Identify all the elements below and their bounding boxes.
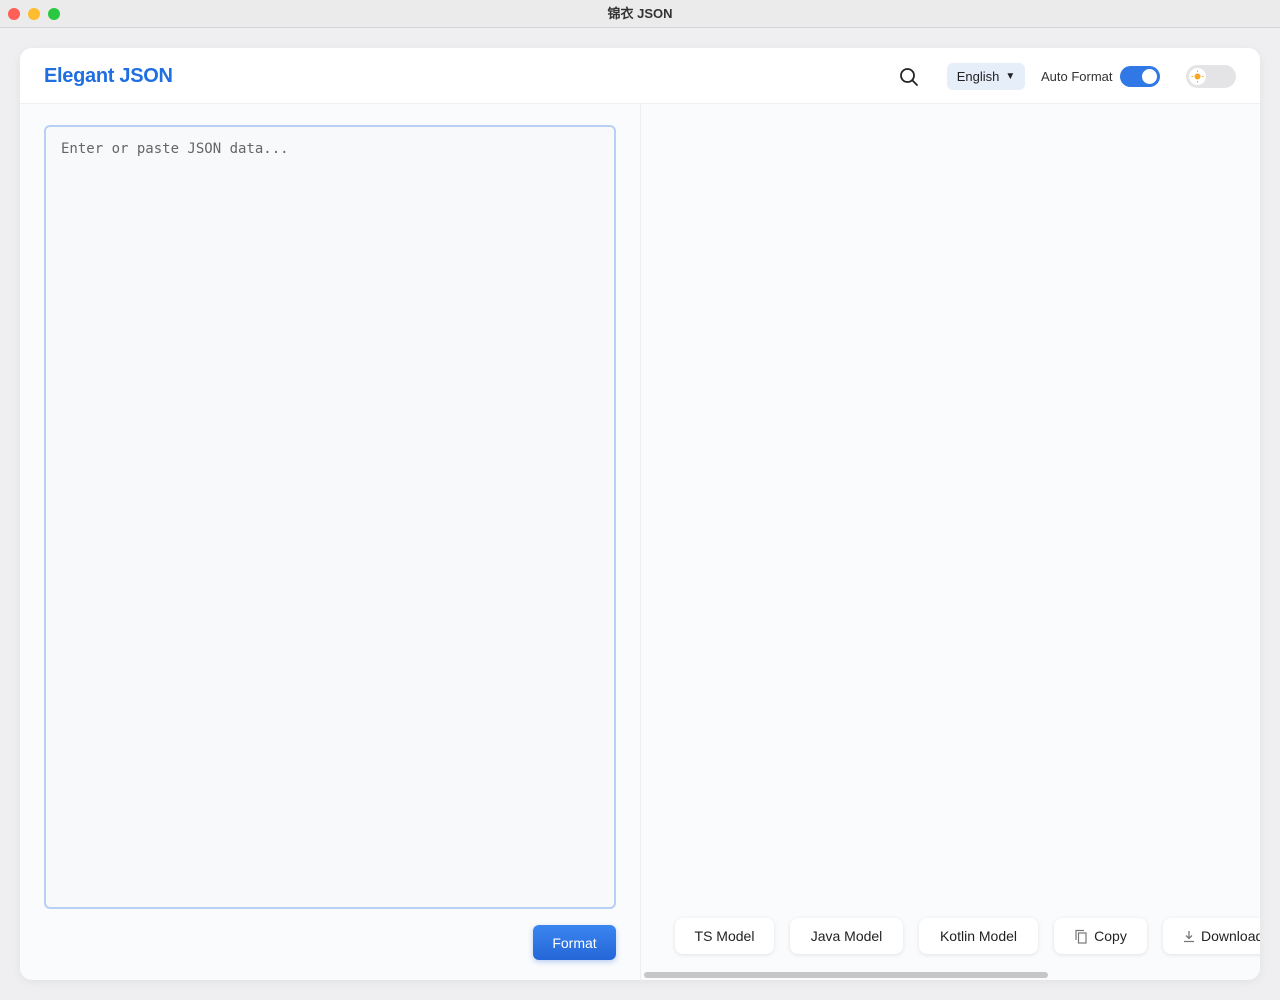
button-label: TS Model — [694, 928, 755, 944]
main-card: Elegant JSON English ▼ Auto Format Forma… — [20, 48, 1260, 980]
caret-down-icon: ▼ — [1005, 71, 1016, 82]
java-model-button[interactable]: Java Model — [790, 918, 903, 954]
button-label: Copy — [1094, 928, 1127, 944]
window-title: 锦衣 JSON — [607, 6, 673, 21]
sun-icon — [1191, 70, 1204, 83]
json-input[interactable] — [44, 125, 616, 909]
download-button[interactable]: Download — [1163, 918, 1260, 954]
header: Elegant JSON English ▼ Auto Format — [20, 48, 1260, 104]
search-button[interactable] — [892, 60, 926, 94]
auto-format-toggle[interactable] — [1120, 66, 1160, 87]
app-logo: Elegant JSON — [44, 65, 173, 87]
kotlin-model-button[interactable]: Kotlin Model — [919, 918, 1038, 954]
toggle-knob — [1189, 68, 1206, 85]
button-label: Download — [1201, 928, 1260, 944]
zoom-window-button[interactable] — [48, 8, 60, 20]
copy-button[interactable]: Copy — [1054, 918, 1147, 954]
app: Elegant JSON English ▼ Auto Format Forma… — [0, 28, 1280, 1000]
close-window-button[interactable] — [8, 8, 20, 20]
search-icon — [900, 68, 918, 86]
format-button[interactable]: Format — [533, 925, 616, 960]
copy-icon — [1075, 929, 1087, 944]
language-select[interactable]: English ▼ — [947, 63, 1025, 90]
download-icon — [1184, 930, 1194, 942]
button-label: Java Model — [810, 928, 883, 944]
window-titlebar: 锦衣 JSON — [0, 0, 1280, 28]
output-pane: TS Model Java Model Kotlin Model Copy Do… — [641, 104, 1260, 980]
minimize-window-button[interactable] — [28, 8, 40, 20]
auto-format-label: Auto Format — [1041, 69, 1113, 84]
language-label: English — [956, 69, 1000, 84]
button-label: Kotlin Model — [939, 928, 1018, 944]
ts-model-button[interactable]: TS Model — [675, 918, 774, 954]
horizontal-scrollbar[interactable] — [644, 972, 1048, 978]
toggle-knob — [1142, 69, 1157, 84]
input-pane: Format — [20, 104, 640, 980]
theme-toggle[interactable] — [1186, 65, 1236, 88]
